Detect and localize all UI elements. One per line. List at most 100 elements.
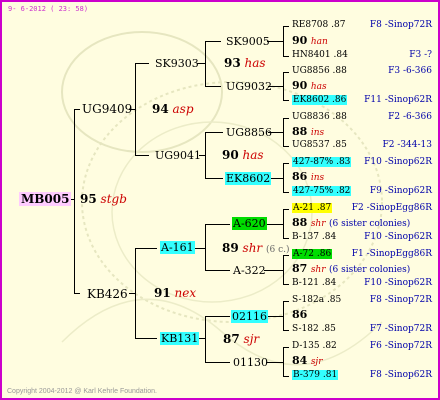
gen5-year-13: 88 shr (6 sister colonies) xyxy=(292,216,410,230)
gen5-row-20-code: S-182 .85 xyxy=(292,324,336,334)
gen5-row-23-line: F8 -Sinop62R xyxy=(369,370,432,380)
tree-line xyxy=(205,270,230,271)
tree-line xyxy=(205,86,221,87)
gen5-year-4: 90 has xyxy=(292,79,327,93)
tree-line xyxy=(283,301,284,331)
gen5-row-15-code: A-72 .86 xyxy=(292,249,333,259)
pedigree-frame: 9- 6-2012 ( 23: 58) MB005 95 stgb UG9409… xyxy=(0,0,440,400)
tree-line xyxy=(135,63,149,64)
gen5-year-number: 86 xyxy=(292,308,308,321)
tree-line xyxy=(283,163,289,164)
tree-line xyxy=(283,238,289,239)
gen5-row-6[interactable]: UG8836 .88 xyxy=(292,112,347,123)
gen5-row-18-code: S-182a .85 xyxy=(292,295,342,305)
gen5-year-extra: (6 sister colonies) xyxy=(329,219,411,229)
gen5-row-3-code: UG8856 .88 xyxy=(292,66,347,76)
gen3-sk9303[interactable]: SK9303 xyxy=(155,57,199,70)
tree-line xyxy=(283,209,284,239)
gen5-row-2[interactable]: HN8401 .84 xyxy=(292,50,348,61)
gen5-row-21[interactable]: D-135 .82 xyxy=(292,341,337,352)
gen4-ug8856[interactable]: UG8856 xyxy=(226,126,272,139)
tree-line xyxy=(135,248,157,249)
gen5-row-8[interactable]: UG8537 .85 xyxy=(292,140,347,151)
gen5-row-9[interactable]: 427-87% .83 xyxy=(292,157,352,168)
gen5-row-0-code: RE8708 .87 xyxy=(292,20,346,30)
tree-line xyxy=(283,347,289,348)
gen5-row-5-code: EK8602 .86 xyxy=(292,95,348,105)
tree-line xyxy=(205,316,230,317)
gen5-row-15-line: F1 -SinopEgg86R xyxy=(351,249,432,259)
gen5-row-9-line: F10 -Sinop62R xyxy=(364,157,432,167)
tree-line xyxy=(205,224,230,225)
gen5-row-20[interactable]: S-182 .85 xyxy=(292,324,336,335)
gen5-row-14-line: F10 -Sinop62R xyxy=(364,232,432,242)
gen5-row-23[interactable]: B-379 .81 xyxy=(292,370,339,381)
gen5-row-20-line: F7 -Sinop72R xyxy=(369,324,432,334)
tree-line xyxy=(74,293,80,294)
gen4-a620[interactable]: A-620 xyxy=(232,217,267,230)
tree-line xyxy=(135,63,136,156)
gen5-row-15[interactable]: A-72 .86 xyxy=(292,249,333,260)
gen5-year-number: 88 xyxy=(292,125,308,138)
tree-line xyxy=(205,224,206,271)
gen5-row-17[interactable]: B-121 .84 xyxy=(292,278,336,289)
tree-line xyxy=(266,362,284,363)
gen5-year-tag: shr xyxy=(310,265,326,275)
gen2-father[interactable]: KB426 xyxy=(87,287,128,301)
queen-main[interactable]: MB005 xyxy=(19,192,72,206)
tree-line xyxy=(205,362,230,363)
tree-line xyxy=(283,56,289,57)
gen5-row-12[interactable]: A-21 .87 xyxy=(292,203,333,214)
tree-line xyxy=(283,376,289,377)
gen4-01130[interactable]: 01130 xyxy=(233,356,268,369)
gen5-row-21-code: D-135 .82 xyxy=(292,341,337,351)
gen5-row-0[interactable]: RE8708 .87 xyxy=(292,20,345,31)
copyright-footer: Copyright 2004-2012 @ Karl Kehrle Founda… xyxy=(7,388,157,395)
gen5-year-19: 86 xyxy=(292,308,307,322)
gen5-year-16: 87 shr (6 sister colonies) xyxy=(292,262,410,276)
gen5-year-number: 87 xyxy=(292,262,308,275)
gen4-ek8602[interactable]: EK8602 xyxy=(225,172,272,185)
tree-line xyxy=(283,330,289,331)
tree-line xyxy=(283,301,289,302)
gen2-father-year: 91 nex xyxy=(154,286,197,300)
gen5-row-12-code: A-21 .87 xyxy=(292,203,333,213)
gen5-row-3[interactable]: UG8856 .88 xyxy=(292,66,347,77)
gen5-row-14-code: B-137 .84 xyxy=(292,232,337,242)
tree-line xyxy=(283,26,289,27)
gen5-row-18[interactable]: S-182a .85 xyxy=(292,295,341,306)
gen5-row-2-code: HN8401 .84 xyxy=(292,50,348,60)
gen5-row-18-line: F8 -Sinop72R xyxy=(369,295,432,305)
gen4-ug9032[interactable]: UG9032 xyxy=(226,80,272,93)
tree-line xyxy=(283,347,284,377)
gen2-mother[interactable]: UG9409 xyxy=(82,102,132,116)
gen5-year-tag: ins xyxy=(310,173,325,183)
tree-line xyxy=(205,316,206,363)
tree-line xyxy=(283,284,289,285)
gen5-year-10: 86 ins xyxy=(292,170,324,184)
gen3-ug9041[interactable]: UG9041 xyxy=(155,149,201,162)
header-date: 9- 6-2012 ( 23: 58) xyxy=(8,5,89,13)
gen5-row-14[interactable]: B-137 .84 xyxy=(292,232,336,243)
gen5-row-23-code: B-379 .81 xyxy=(292,370,339,380)
gen5-year-tag: ins xyxy=(310,128,325,138)
tree-line xyxy=(74,109,80,110)
gen5-row-5[interactable]: EK8602 .86 xyxy=(292,95,348,106)
tree-line xyxy=(283,163,284,193)
gen5-row-11[interactable]: 427-75% .82 xyxy=(292,186,352,197)
gen3-a322[interactable]: A-322 xyxy=(233,264,266,277)
gen5-year-tag: sjr xyxy=(310,357,323,367)
tree-line xyxy=(283,146,289,147)
tree-line xyxy=(135,248,136,339)
gen3-kb131[interactable]: KB131 xyxy=(160,332,200,345)
gen5-row-0-line: F8 -Sinop72R xyxy=(369,20,432,30)
gen5-year-7: 88 ins xyxy=(292,125,324,139)
gen4-02116[interactable]: 02116 xyxy=(231,310,268,323)
tree-line xyxy=(283,72,289,73)
gen3-a161[interactable]: A-161 xyxy=(160,241,195,254)
tree-line xyxy=(283,192,289,193)
gen3-year-89: 89 shr (6 c.) xyxy=(222,241,290,255)
gen4-sk9005[interactable]: SK9005 xyxy=(226,35,270,48)
gen5-row-2-line: F3 -? xyxy=(409,50,432,60)
tree-line xyxy=(283,209,289,210)
